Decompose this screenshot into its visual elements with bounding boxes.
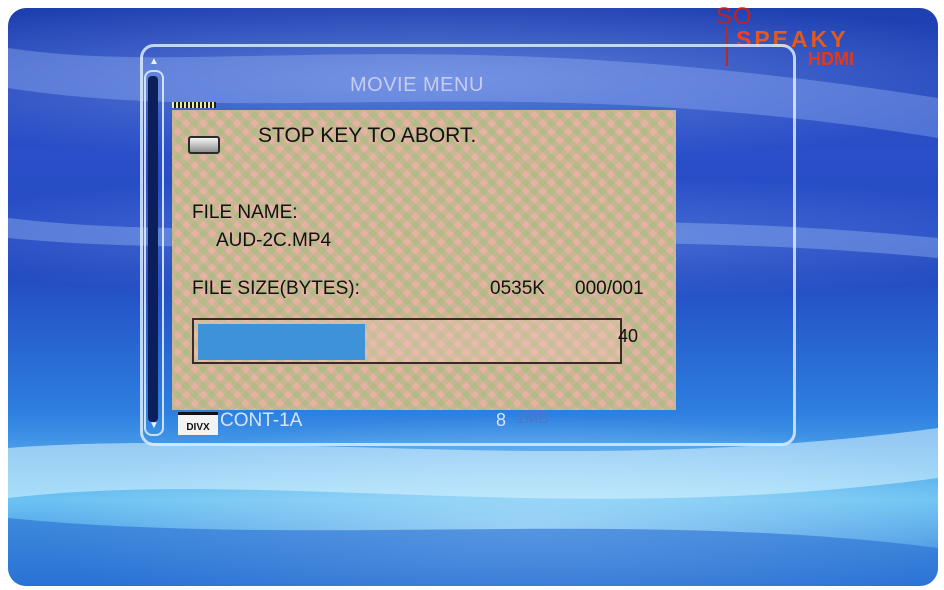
list-item[interactable]: DIVX CONT-1A 8 1MB bbox=[178, 410, 598, 435]
file-count: 000/001 bbox=[575, 278, 644, 299]
file-size-label: FILE SIZE(BYTES): bbox=[192, 278, 360, 299]
logo-so: SO bbox=[716, 3, 753, 30]
logo-hdmi: HDMI bbox=[808, 49, 854, 69]
file-size-value: 0535K bbox=[490, 278, 545, 299]
menu-title: MOVIE MENU bbox=[350, 74, 484, 96]
divx-icon: DIVX bbox=[178, 412, 218, 435]
file-name-value: AUD-2C.MP4 bbox=[216, 230, 332, 251]
scroll-up-arrow-icon[interactable]: ▲ bbox=[147, 56, 161, 68]
progress-percent: 40 bbox=[618, 326, 639, 346]
scroll-down-arrow-icon[interactable]: ▼ bbox=[147, 420, 161, 432]
list-item-size: 1MB bbox=[516, 410, 549, 427]
list-item-name: CONT-1A bbox=[220, 410, 303, 431]
scroll-thumb[interactable] bbox=[148, 76, 158, 422]
stop-key-icon bbox=[188, 136, 220, 154]
file-name-label: FILE NAME: bbox=[192, 202, 298, 223]
copy-progress-dialog: STOP KEY TO ABORT. FILE NAME: AUD-2C.MP4… bbox=[172, 110, 676, 410]
abort-instruction: STOP KEY TO ABORT. bbox=[258, 124, 477, 147]
list-item-number: 8 bbox=[496, 410, 507, 430]
dotted-indicator bbox=[172, 102, 216, 108]
progress-bar bbox=[192, 318, 622, 364]
progress-fill bbox=[198, 324, 365, 360]
